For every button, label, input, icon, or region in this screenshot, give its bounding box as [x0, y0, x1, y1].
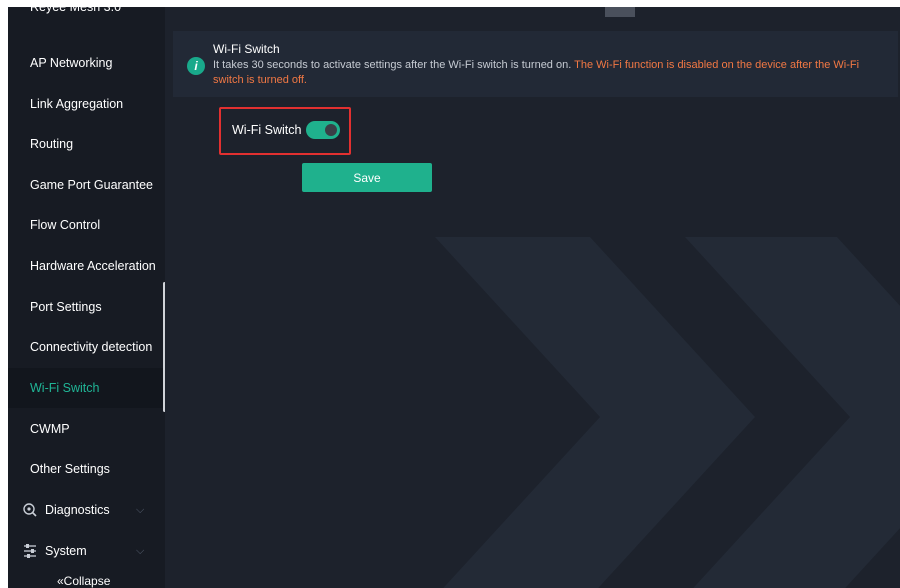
sidebar-item-game-port-guarantee[interactable]: Game Port Guarantee	[8, 165, 165, 205]
chevron-down-icon: ⌵	[136, 545, 145, 557]
sidebar-item-flow-control[interactable]: Flow Control	[8, 205, 165, 245]
notice-text: It takes 30 seconds to activate settings…	[213, 59, 572, 71]
sidebar-item-cwmp[interactable]: CWMP	[8, 409, 165, 449]
system-icon	[22, 531, 38, 571]
sidebar-item-routing[interactable]: Routing	[8, 124, 165, 164]
sidebar-group-diagnostics[interactable]: Diagnostics ⌵	[8, 490, 165, 530]
save-button[interactable]: Save	[302, 163, 432, 192]
collapse-button[interactable]: «Collapse	[57, 573, 110, 588]
main-content: i Wi-Fi Switch It takes 30 seconds to ac…	[165, 7, 900, 588]
wifi-switch-toggle[interactable]	[306, 121, 340, 139]
toggle-knob	[325, 124, 337, 136]
info-icon: i	[187, 57, 205, 75]
sidebar-item-reyee-mesh[interactable]: Reyee Mesh 3.0	[8, 7, 165, 21]
chevron-down-icon: ⌵	[136, 504, 145, 516]
sidebar-item-other-settings[interactable]: Other Settings	[8, 449, 165, 489]
sidebar-item-ap-networking[interactable]: AP Networking	[8, 43, 165, 83]
wifi-switch-label: Wi-Fi Switch	[232, 123, 302, 137]
notice-description: It takes 30 seconds to activate settings…	[213, 58, 873, 88]
sidebar-item-hardware-acceleration[interactable]: Hardware Acceleration	[8, 246, 165, 286]
sidebar-item-port-settings[interactable]: Port Settings	[8, 287, 165, 327]
sidebar-item-wifi-switch[interactable]: Wi-Fi Switch	[8, 368, 165, 408]
app-window: Reyee Mesh 3.0 AP Networking Link Aggreg…	[8, 7, 900, 588]
sidebar-group-label: Diagnostics	[45, 503, 110, 517]
diagnostics-icon	[22, 490, 38, 530]
sidebar-item-link-aggregation[interactable]: Link Aggregation	[8, 84, 165, 124]
sidebar-group-label: System	[45, 544, 87, 558]
info-notice: i Wi-Fi Switch It takes 30 seconds to ac…	[173, 31, 898, 97]
sidebar-group-system[interactable]: System ⌵	[8, 531, 165, 571]
notice-title: Wi-Fi Switch	[213, 42, 280, 56]
sidebar: Reyee Mesh 3.0 AP Networking Link Aggreg…	[8, 7, 165, 588]
sidebar-item-connectivity-detection[interactable]: Connectivity detection	[8, 327, 165, 367]
